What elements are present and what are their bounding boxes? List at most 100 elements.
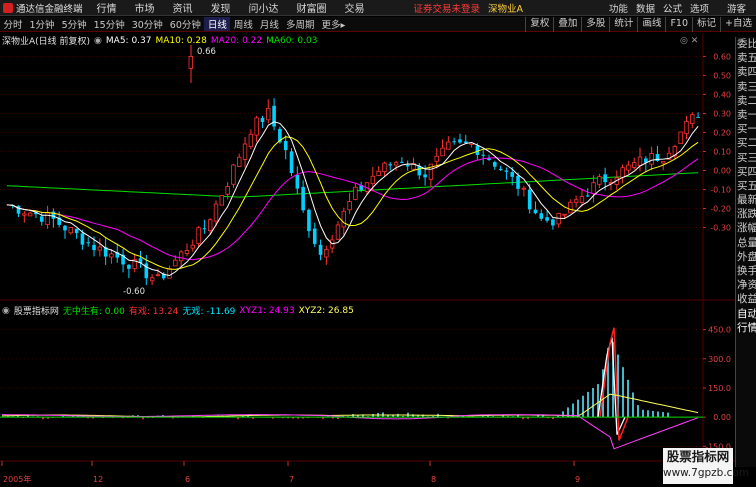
tool-multi-stock-button[interactable]: 多股	[581, 17, 609, 32]
candle-body	[144, 263, 149, 279]
sidebar-item-18[interactable]: 收益	[736, 292, 756, 306]
sidebar-item-9[interactable]: 买四	[736, 165, 756, 179]
menu-item-formula[interactable]: 公式	[659, 1, 686, 15]
legend-ma60: MA60: 0.03	[266, 35, 318, 46]
price-annotations: 0.66 -0.60	[123, 47, 216, 297]
period-30min[interactable]: 30分钟	[128, 17, 166, 31]
candle-body	[225, 186, 230, 195]
sidebar-item-1[interactable]: 卖五	[736, 51, 756, 65]
candle-body	[68, 227, 73, 234]
guest-user[interactable]: 游客	[713, 1, 756, 15]
menu-item-market[interactable]: 市场	[126, 0, 164, 15]
menu-item-wealth[interactable]: 财富圈	[288, 0, 336, 15]
date-label: 6	[185, 475, 190, 484]
candle-body	[428, 163, 434, 180]
candle-body	[463, 141, 468, 143]
candle-body	[521, 187, 527, 190]
period-5min[interactable]: 5分钟	[58, 17, 90, 31]
sidebar-item-2[interactable]: 卖四	[736, 65, 756, 79]
sidebar-item-13[interactable]: 涨幅	[736, 221, 756, 235]
sidebar-item-8[interactable]: 买三	[736, 151, 756, 165]
menu-item-ask[interactable]: 问小达	[240, 0, 288, 15]
legend-ma5: MA5: 0.37	[105, 35, 152, 46]
candle-body	[103, 247, 108, 257]
candle-body	[51, 211, 56, 219]
tool-draw-button[interactable]: 画线	[637, 17, 665, 32]
kline-chart[interactable]: 0.66 -0.60 0.60 0.50 0.40 0.30 0.20 0.10 0.00 -…	[0, 0, 756, 487]
candle-body	[295, 175, 300, 189]
menu-item-quotes[interactable]: 行情	[88, 0, 126, 15]
period-toolbar: 分时 1分钟 5分钟 15分钟 30分钟 60分钟 日线 周线 月线 多周期 更…	[0, 17, 756, 32]
period-15min[interactable]: 15分钟	[90, 17, 128, 31]
period-monthly[interactable]: 月线	[256, 17, 282, 31]
period-intraday[interactable]: 分时	[0, 17, 26, 31]
candle-body	[161, 273, 166, 279]
chart-close-icon[interactable]: ✕	[691, 36, 699, 46]
axis-label: 0.00	[713, 413, 731, 422]
tool-adjust-button[interactable]: 复权	[525, 17, 553, 32]
trade-login-warning[interactable]: 证券交易未登录	[414, 1, 481, 15]
candle-body	[80, 233, 85, 245]
menu-item-news[interactable]: 资讯	[164, 0, 202, 15]
tool-overlay-button[interactable]: 叠加	[553, 17, 581, 32]
sidebar-item-5[interactable]: 卖一	[736, 108, 756, 122]
period-more[interactable]: 更多▸	[318, 17, 349, 31]
period-weekly[interactable]: 周线	[230, 17, 256, 31]
sidebar-item-17[interactable]: 净资	[736, 278, 756, 292]
candle-body	[469, 142, 474, 145]
candle-body	[74, 228, 79, 234]
candle-body	[213, 203, 219, 222]
sidebar-item-6[interactable]: 买一	[736, 122, 756, 136]
high-annotation: 0.66	[197, 47, 216, 57]
period-60min[interactable]: 60分钟	[166, 17, 204, 31]
candle-body	[637, 156, 643, 166]
candle-body	[591, 182, 596, 195]
chart-grid	[0, 33, 735, 462]
candle-body	[556, 213, 561, 225]
menu-item-function[interactable]: 功能	[605, 1, 632, 15]
more-arrow-icon: ▸	[340, 20, 346, 31]
candle-body	[254, 117, 259, 136]
candle-body	[272, 105, 276, 127]
chart-settings-icon[interactable]: ◎	[680, 36, 688, 46]
sidebar-item-7[interactable]: 买二	[736, 136, 756, 150]
indicator-settings-icon[interactable]: ◉	[2, 306, 10, 316]
sidebar-item-12[interactable]: 涨跌	[736, 207, 756, 221]
period-1min[interactable]: 1分钟	[26, 17, 58, 31]
candle-body	[92, 244, 96, 251]
tool-stats-button[interactable]: 统计	[609, 17, 637, 32]
candle-body	[22, 213, 27, 216]
period-more-label: 更多	[321, 20, 341, 31]
ma60-path	[6, 172, 699, 198]
tool-f10-button[interactable]: F10	[665, 17, 692, 32]
candle-body	[446, 141, 451, 150]
sidebar-item-11[interactable]: 最新	[736, 193, 756, 207]
sidebar-item-14[interactable]: 总量	[736, 236, 756, 250]
tool-mark-button[interactable]: 标记	[692, 17, 720, 32]
sidebar-item-4[interactable]: 卖二	[736, 94, 756, 108]
menu-item-trade[interactable]: 交易	[336, 0, 374, 15]
sidebar-item-16[interactable]: 换手	[736, 264, 756, 278]
sidebar-item-3[interactable]: 卖三	[736, 80, 756, 94]
candle-body	[178, 251, 184, 262]
menu-item-data[interactable]: 数据	[632, 1, 659, 15]
candle-body	[324, 249, 329, 258]
menu-item-discover[interactable]: 发现	[202, 0, 240, 15]
sidebar-item-19[interactable]: 自动	[736, 307, 756, 321]
tool-add-watchlist-button[interactable]: +自选	[720, 17, 756, 32]
toolbar-tools: 复权 叠加 多股 统计 画线 F10 标记 +自选	[525, 17, 756, 32]
menu-item-options[interactable]: 选项	[686, 1, 713, 15]
candle-body	[155, 274, 161, 277]
candle-body	[184, 250, 190, 254]
sidebar-item-10[interactable]: 买五	[736, 179, 756, 193]
candle-body	[27, 212, 33, 217]
sidebar-item-15[interactable]: 外盘	[736, 250, 756, 264]
sidebar-item-20[interactable]: 行情	[736, 321, 756, 335]
legend-settings-icon[interactable]: ◉	[94, 36, 102, 46]
indicator-chart	[0, 327, 703, 450]
candle-body	[562, 213, 567, 216]
period-multi[interactable]: 多周期	[282, 17, 318, 31]
period-daily[interactable]: 日线	[204, 17, 231, 31]
sidebar-item-0[interactable]: 委比	[736, 37, 756, 51]
legend-xyz2: XYZ2: 26.85	[298, 305, 354, 316]
